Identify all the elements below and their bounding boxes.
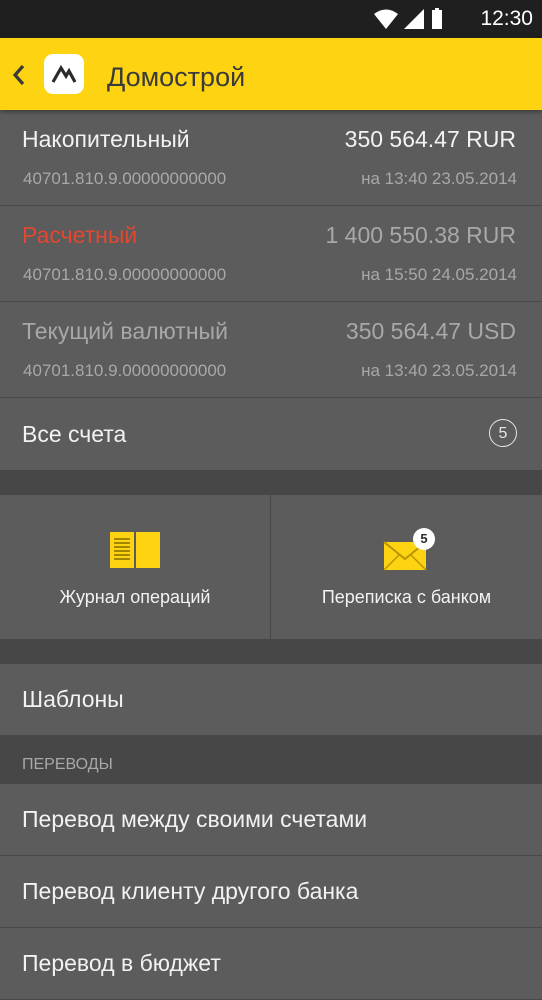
transfers-header-label: ПЕРЕВОДЫ bbox=[22, 756, 113, 773]
app-bar: Домострой bbox=[0, 38, 542, 110]
account-number: 40701.810.9.00000000000 bbox=[23, 169, 227, 188]
templates-row[interactable]: Шаблоны bbox=[0, 664, 542, 736]
cell-signal-icon bbox=[404, 9, 424, 29]
account-number: 40701.810.9.00000000000 bbox=[23, 361, 227, 380]
all-accounts-row[interactable]: Все счета 5 bbox=[0, 399, 542, 470]
status-icons bbox=[374, 8, 442, 29]
account-number: 40701.810.9.00000000000 bbox=[23, 265, 227, 284]
page-title: Домострой bbox=[107, 62, 246, 92]
templates-label: Шаблоны bbox=[22, 686, 124, 712]
status-bar: 12:30 bbox=[0, 0, 542, 38]
accounts-count-badge: 5 bbox=[489, 419, 517, 447]
account-date: на 13:40 23.05.2014 bbox=[361, 361, 517, 380]
account-date: на 13:40 23.05.2014 bbox=[361, 169, 517, 188]
account-name: Накопительный bbox=[22, 126, 190, 152]
account-item[interactable]: Текущий валютный 350 564.47 USD 40701.81… bbox=[0, 302, 542, 398]
bank-messages-tile[interactable]: 5 Переписка с банком bbox=[271, 495, 542, 639]
account-date: на 15:50 24.05.2014 bbox=[361, 265, 517, 284]
account-item[interactable]: Расчетный 1 400 550.38 RUR 40701.810.9.0… bbox=[0, 206, 542, 302]
account-name: Расчетный bbox=[22, 222, 138, 248]
all-accounts-label: Все счета bbox=[22, 421, 127, 447]
transfer-item[interactable]: Перевод клиенту другого банка bbox=[0, 856, 542, 928]
book-icon bbox=[110, 532, 160, 568]
transfers-section-header: ПЕРЕВОДЫ bbox=[0, 736, 542, 784]
transfer-label: Перевод клиенту другого банка bbox=[22, 878, 359, 904]
account-amount: 350 564.47 USD bbox=[345, 318, 516, 344]
status-time: 12:30 bbox=[480, 7, 533, 30]
transfer-item[interactable]: Перевод в бюджет bbox=[0, 928, 542, 1000]
transfer-item[interactable]: Перевод между своими счетами bbox=[0, 784, 542, 856]
bank-messages-label: Переписка с банком bbox=[321, 587, 492, 607]
transfer-label: Перевод между своими счетами bbox=[22, 806, 368, 832]
messages-count-badge: 5 bbox=[413, 528, 435, 550]
mountain-icon bbox=[51, 64, 77, 83]
back-arrow-icon[interactable] bbox=[7, 60, 29, 90]
section-divider bbox=[0, 639, 542, 664]
operations-journal-label: Журнал операций bbox=[59, 587, 211, 607]
account-item[interactable]: Накопительный 350 564.47 RUR 40701.810.9… bbox=[0, 110, 542, 206]
account-amount: 350 564.47 RUR bbox=[344, 126, 516, 152]
operations-journal-tile[interactable]: Журнал операций bbox=[0, 495, 270, 639]
app-logo bbox=[44, 54, 84, 94]
section-divider bbox=[0, 470, 542, 495]
account-amount: 1 400 550.38 RUR bbox=[325, 222, 516, 248]
account-name: Текущий валютный bbox=[22, 318, 228, 344]
transfer-label: Перевод в бюджет bbox=[22, 950, 221, 976]
wifi-icon bbox=[374, 9, 398, 29]
battery-icon bbox=[432, 8, 442, 29]
